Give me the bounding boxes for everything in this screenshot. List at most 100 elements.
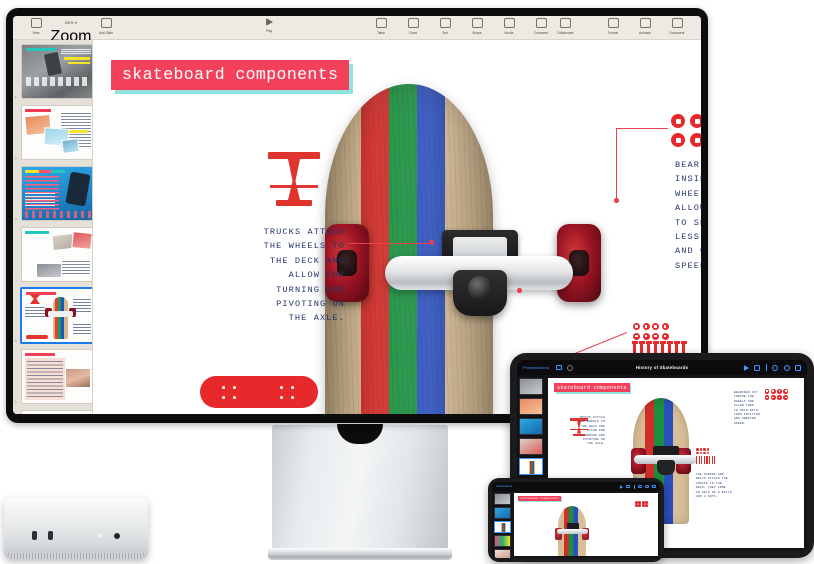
truck-hanger	[657, 460, 675, 475]
list-item[interactable]: 7	[18, 410, 92, 414]
shape-button[interactable]: Shape	[464, 18, 490, 35]
nut-icon	[652, 323, 659, 330]
list-item[interactable]: 4	[15, 227, 92, 282]
ipad-slide-title-block: skateboard components	[554, 383, 632, 394]
list-item[interactable]	[519, 438, 543, 455]
list-item[interactable]: 6	[15, 349, 92, 404]
more-icon[interactable]	[645, 484, 649, 489]
thumb-art	[65, 368, 91, 388]
table-button[interactable]: Table	[368, 18, 394, 35]
ipad-toolbar: Presentations History of Skateboards	[517, 360, 807, 375]
iphone-slide-navigator[interactable]	[492, 491, 512, 558]
ipad-bolts-illustration	[696, 456, 716, 464]
slide-thumbnail-selected[interactable]	[20, 287, 92, 344]
media-button[interactable]: Media	[496, 18, 522, 35]
list-item-selected[interactable]	[493, 521, 511, 533]
list-item[interactable]	[493, 507, 511, 519]
deck-illustration-icon	[200, 376, 318, 408]
skateboard-image[interactable]	[325, 84, 601, 414]
truck-icon-part	[268, 152, 320, 159]
slide-title-block[interactable]: skateboard components	[111, 60, 354, 94]
document-icon[interactable]	[652, 484, 656, 489]
format-brush-icon[interactable]	[626, 484, 631, 489]
slide-thumbnail[interactable]	[21, 410, 92, 414]
text-label: Text	[441, 30, 449, 35]
slide-thumbnail[interactable]	[21, 227, 92, 282]
thumb-art	[36, 263, 62, 278]
play-button[interactable]: Play	[256, 18, 282, 33]
text-icon	[439, 18, 451, 28]
ipad-callout-screws: THE SCREWS AND BOLTS ATTACH THE TRUCKS T…	[696, 473, 732, 499]
collaborate-button[interactable]: Collaborate	[552, 18, 578, 35]
bearing-icon	[690, 114, 701, 128]
format-button[interactable]: Format	[600, 18, 626, 35]
play-icon[interactable]	[743, 364, 749, 371]
text-button[interactable]: Text	[432, 18, 458, 35]
sidebar-toggle-icon[interactable]	[555, 364, 562, 370]
back-to-presentations-button[interactable]: Presentations	[496, 485, 512, 488]
slide-thumbnail[interactable]	[21, 166, 92, 221]
more-icon[interactable]	[783, 364, 790, 371]
document-button[interactable]: Document	[664, 18, 690, 35]
toolbar-inspector-group: Format Animate Document	[597, 18, 693, 35]
slide-thumbnail[interactable]	[21, 44, 92, 99]
list-item[interactable]: 1	[15, 44, 92, 99]
add-slide-button[interactable]: Add Slide	[93, 18, 119, 35]
list-item[interactable]	[493, 535, 511, 547]
callout-bearings: BEARINGS FIT INSIDE THE WHEELS AND ALLOW…	[675, 160, 701, 271]
nut-icon	[633, 323, 640, 330]
ipad-callout-trucks: TRUCKS ATTACH THE WHEELS TO THE DECK AND…	[579, 416, 605, 446]
view-icon	[30, 18, 42, 28]
ipad-toolbar-icons	[743, 364, 801, 371]
list-item[interactable]: 2	[15, 105, 92, 160]
thumb-art	[73, 299, 91, 313]
thumb-art	[68, 130, 88, 133]
list-item[interactable]	[519, 398, 543, 415]
collaborate-icon	[559, 18, 571, 28]
bearing-icon	[690, 133, 701, 147]
collaborate-label: Collaborate	[556, 30, 574, 35]
list-item[interactable]	[519, 418, 543, 435]
screenshot-root: View 100% Zoom Add Slide Play Table Char…	[0, 0, 814, 564]
slide-navigator[interactable]: 1 2 3 4 5 6	[13, 40, 93, 414]
table-icon	[375, 18, 387, 28]
thumb-art	[65, 171, 91, 207]
list-item[interactable]	[493, 493, 511, 505]
bearings-illustration	[671, 114, 701, 152]
table-label: Table	[377, 30, 385, 35]
play-icon[interactable]	[619, 484, 623, 489]
list-item[interactable]: 5	[15, 287, 92, 344]
comment-label: Comment	[533, 30, 549, 35]
slide-thumbnail[interactable]	[21, 349, 92, 404]
thumb-art	[25, 353, 55, 356]
shape-label: Shape	[472, 30, 482, 35]
view-button[interactable]: View	[23, 18, 49, 35]
list-item[interactable]	[493, 549, 511, 558]
insert-icon[interactable]	[765, 364, 767, 371]
iphone-slide-canvas[interactable]: skateboard components	[514, 493, 658, 556]
thumb-art	[68, 62, 90, 64]
add-slide-icon	[100, 18, 112, 28]
iphone-toolbar-icons	[619, 484, 656, 489]
thumb-art	[25, 109, 51, 112]
leader-line-bearings-vert	[616, 128, 618, 202]
play-icon	[265, 18, 273, 26]
chart-label: Chart	[408, 30, 418, 35]
format-brush-icon[interactable]	[754, 364, 760, 371]
zoom-icon[interactable]	[566, 364, 573, 371]
slide-thumbnail[interactable]	[21, 105, 92, 160]
collaborate-icon[interactable]	[638, 484, 642, 489]
document-icon[interactable]	[795, 364, 801, 371]
bearing-row	[671, 114, 701, 128]
list-item[interactable]: 3	[15, 166, 92, 221]
toolbar-collaborate-group: Collaborate	[549, 18, 581, 35]
list-item[interactable]	[519, 378, 543, 395]
animate-button[interactable]: Animate	[632, 18, 658, 35]
list-item-selected[interactable]	[519, 458, 543, 475]
bearing-row	[671, 133, 701, 147]
chart-button[interactable]: Chart	[400, 18, 426, 35]
slide-number: 3	[15, 217, 17, 221]
thumb-art	[26, 335, 48, 339]
collaborate-icon[interactable]	[772, 364, 778, 371]
insert-icon[interactable]	[633, 484, 635, 489]
